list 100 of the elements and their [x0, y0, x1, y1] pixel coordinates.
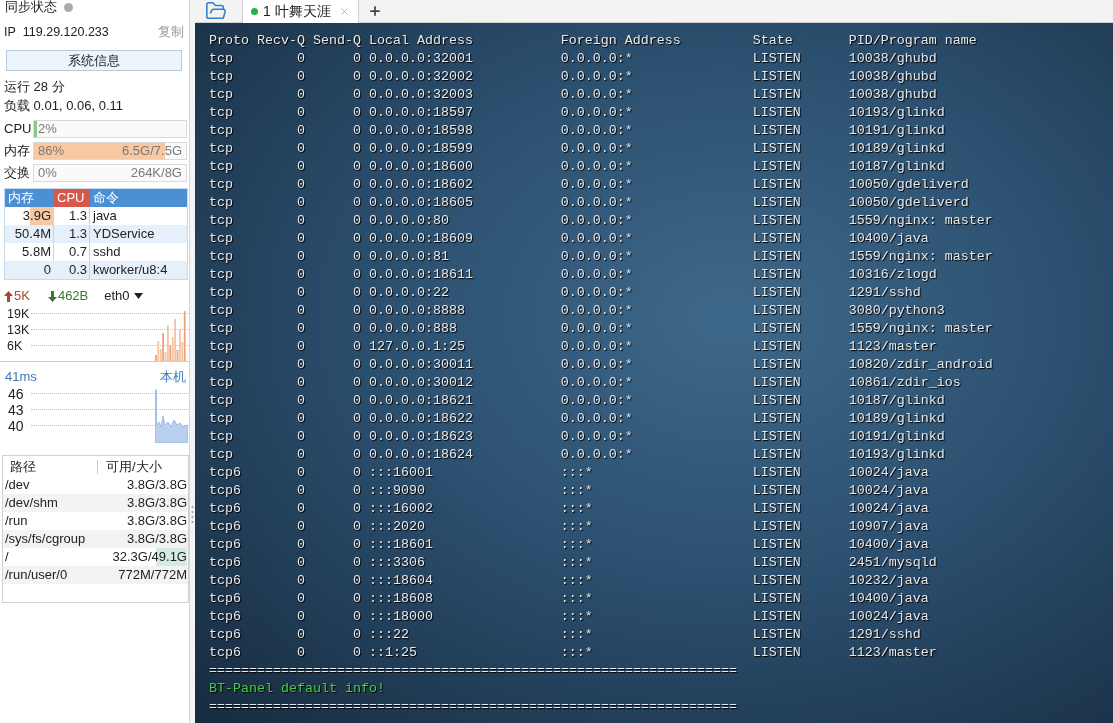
upload-rate: 5K — [14, 289, 30, 303]
axis-label: 46 — [7, 386, 25, 401]
pid-program-text: 10232/java — [848, 572, 929, 590]
notice-text: BT-Panel default info! — [209, 680, 385, 698]
send-queue-text: 0 — [352, 176, 361, 194]
send-queue-text: 0 — [352, 572, 361, 590]
foreign-address-text: 0.0.0.0:* — [560, 374, 633, 392]
latency-area — [155, 389, 188, 443]
table-row[interactable]: /sys/fs/cgroup 3.8G/3.8G — [3, 530, 188, 548]
pid-program-text: 1291/sshd — [848, 284, 921, 302]
host-link[interactable]: 本机 — [160, 370, 186, 384]
close-icon[interactable] — [338, 6, 350, 17]
recv-queue-text: 0 — [296, 572, 305, 590]
recv-queue-text: 0 — [296, 248, 305, 266]
column-header: Proto — [209, 32, 249, 50]
local-address-text: 0.0.0.0:32001 — [368, 50, 473, 68]
local-address-text: 127.0.0.1:25 — [368, 338, 465, 356]
disk-path: /dev — [5, 478, 30, 492]
column-header: Send-Q — [312, 32, 361, 50]
send-queue-text: 0 — [352, 86, 361, 104]
state-text: LISTEN — [752, 212, 801, 230]
ip-address: 119.29.120.233 — [22, 25, 109, 39]
local-address-text: 0.0.0.0:18605 — [368, 194, 473, 212]
protocol-text: tcp6 — [209, 482, 241, 500]
recv-queue-text: 0 — [296, 194, 305, 212]
separator-text: ================================================================== — [209, 698, 737, 716]
pid-program-text: 10861/zdir_ios — [848, 374, 961, 392]
recv-queue-text: 0 — [296, 482, 305, 500]
local-address-text: 0.0.0.0:18624 — [368, 446, 473, 464]
local-address-text: 0.0.0.0:32003 — [368, 86, 473, 104]
state-text: LISTEN — [752, 122, 801, 140]
splitter-handle[interactable] — [190, 0, 195, 723]
local-address-text: 0.0.0.0:18623 — [368, 428, 473, 446]
caret-icon — [133, 293, 143, 299]
axis-label: 43 — [7, 402, 25, 417]
column-header[interactable]: 路径 — [3, 460, 97, 474]
table-row[interactable]: /run/user/0 772M/772M — [3, 566, 188, 584]
folder-icon[interactable] — [205, 0, 227, 22]
table-row[interactable]: 0 0.3 kworker/u8:4 — [5, 261, 187, 279]
memory-amount: 0 — [43, 261, 51, 279]
protocol-text: tcp6 — [209, 608, 241, 626]
protocol-text: tcp — [209, 68, 233, 86]
recv-queue-text: 0 — [296, 284, 305, 302]
meter-percent: 2% — [38, 122, 57, 136]
local-address-text: :::2020 — [368, 518, 425, 536]
session-tab[interactable]: 1 叶舞天涯 — [242, 0, 359, 23]
local-address-text: 0.0.0.0:18621 — [368, 392, 473, 410]
download-rate: 462B — [57, 289, 89, 303]
disk-usage: 3.8G/3.8G — [127, 496, 187, 510]
send-queue-text: 0 — [352, 608, 361, 626]
recv-queue-text: 0 — [296, 302, 305, 320]
foreign-address-text: 0.0.0.0:* — [560, 302, 633, 320]
table-row[interactable]: / 32.3G/49.1G — [3, 548, 188, 566]
axis-label: 6K — [6, 338, 24, 353]
send-queue-text: 0 — [352, 500, 361, 518]
foreign-address-text: 0.0.0.0:* — [560, 122, 633, 140]
recv-queue-text: 0 — [296, 518, 305, 536]
foreign-address-text: :::* — [560, 482, 593, 500]
column-header[interactable]: CPU — [54, 189, 90, 207]
down-arrow-icon — [47, 290, 57, 302]
local-address-text: 0.0.0.0:888 — [368, 320, 457, 338]
local-address-text: :::3306 — [368, 554, 425, 572]
send-queue-text: 0 — [352, 392, 361, 410]
protocol-text: tcp — [209, 428, 233, 446]
send-queue-text: 0 — [352, 518, 361, 536]
table-row[interactable]: /dev/shm 3.8G/3.8G — [3, 494, 188, 512]
protocol-text: tcp — [209, 338, 233, 356]
send-queue-text: 0 — [352, 482, 361, 500]
system-info-button[interactable]: 系统信息 — [6, 50, 182, 71]
meter-percent: 0% — [38, 166, 57, 180]
local-address-text: 0.0.0.0:18622 — [368, 410, 473, 428]
foreign-address-text: :::* — [560, 644, 593, 662]
protocol-text: tcp — [209, 248, 233, 266]
foreign-address-text: 0.0.0.0:* — [560, 410, 633, 428]
state-text: LISTEN — [752, 482, 801, 500]
interface-dropdown[interactable]: eth0 — [104, 289, 143, 303]
recv-queue-text: 0 — [296, 608, 305, 626]
local-address-text: 0.0.0.0:30011 — [368, 356, 473, 374]
recv-queue-text: 0 — [296, 122, 305, 140]
foreign-address-text: :::* — [560, 464, 593, 482]
recv-queue-text: 0 — [296, 356, 305, 374]
column-header[interactable]: 可用/大小 — [98, 460, 162, 474]
pid-program-text: 10050/gdeliverd — [848, 194, 969, 212]
table-row[interactable]: 50.4M 1.3 YDService — [5, 225, 187, 243]
foreign-address-text: 0.0.0.0:* — [560, 158, 633, 176]
disk-usage: 3.8G/3.8G — [127, 532, 187, 546]
plus-icon[interactable] — [367, 4, 382, 18]
recv-queue-text: 0 — [296, 50, 305, 68]
send-queue-text: 0 — [352, 212, 361, 230]
protocol-text: tcp — [209, 122, 233, 140]
disk-path: / — [5, 550, 9, 564]
recv-queue-text: 0 — [296, 464, 305, 482]
send-queue-text: 0 — [352, 446, 361, 464]
disk-usage: 3.8G/3.8G — [127, 478, 187, 492]
column-header: Foreign Address — [560, 32, 681, 50]
foreign-address-text: 0.0.0.0:* — [560, 248, 633, 266]
protocol-text: tcp — [209, 50, 233, 68]
foreign-address-text: 0.0.0.0:* — [560, 68, 633, 86]
state-text: LISTEN — [752, 572, 801, 590]
protocol-text: tcp — [209, 194, 233, 212]
